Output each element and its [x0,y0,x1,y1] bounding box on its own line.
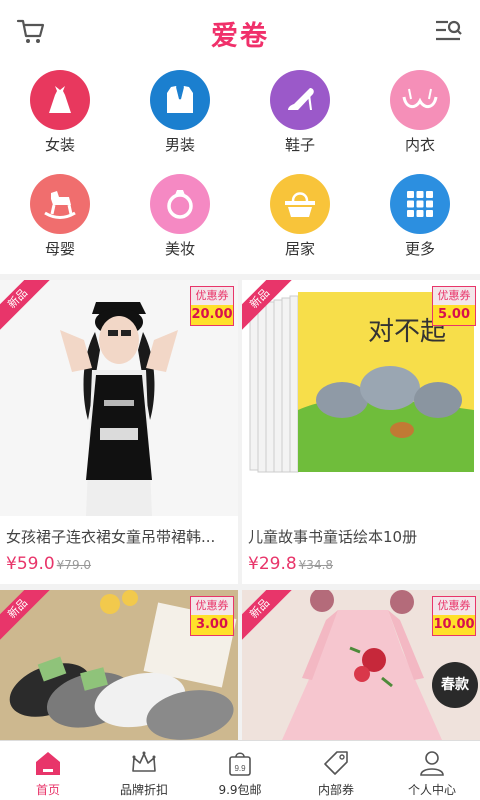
coupon-badge: 优惠券 10.00 [432,596,476,636]
coupon-badge: 优惠券 3.00 [190,596,234,636]
category-label: 更多 [404,240,435,258]
category-label: 美妆 [164,240,195,258]
nav-internal-coupon[interactable]: 内部券 [288,741,384,800]
product-price: ¥29.8 ¥34.8 [242,550,480,584]
current-price: ¥29.8 [248,554,297,574]
nav-label: 内部券 [317,783,354,797]
nav-brand-discount[interactable]: 品牌折扣 [96,741,192,800]
original-price: ¥34.8 [298,558,334,572]
rocking-horse-icon [30,174,90,234]
coupon-label: 优惠券 [433,287,475,305]
category-underwear[interactable]: 内衣 [360,64,480,164]
product-price: ¥59.0 ¥79.0 [0,550,238,584]
home-icon [36,752,60,775]
category-men[interactable]: 男装 [120,64,240,164]
category-women[interactable]: 女装 [0,64,120,164]
menu-search-icon[interactable] [434,18,462,44]
grid-icon [390,174,450,234]
current-price: ¥59.0 [6,554,55,574]
product-image: 对不起 新品 优惠券 5.00 [242,280,480,516]
coupon-value: 20.00 [191,305,233,325]
crown-icon [132,751,156,772]
coupon-label: 优惠券 [191,287,233,305]
coupon-badge: 优惠券 20.00 [190,286,234,326]
category-more[interactable]: 更多 [360,168,480,268]
bag-icon-text: 9.9 [234,764,246,773]
nav-home[interactable]: 首页 [0,741,96,800]
product-name: 女孩裙子连衣裙女童吊带裙韩... [6,528,216,546]
ring-icon [150,174,210,234]
category-label: 母婴 [44,240,75,258]
category-label: 女装 [44,136,75,154]
product-card[interactable]: 新品 优惠券 20.00 女孩裙子连衣裙女童吊带裙韩... ¥59.0 ¥79.0 [0,280,238,584]
product-card[interactable]: 新品 优惠券 3.00 [0,590,238,740]
coupon-value: 10.00 [433,615,475,635]
product-image: 新品 优惠券 10.00 春款 [242,590,480,740]
top-bar: 爱卷 [0,0,480,62]
coupon-value: 3.00 [191,615,233,635]
nav-label: 品牌折扣 [119,783,168,797]
app-title: 爱卷 [211,21,269,52]
app-screen: 爱卷 女装 男装 鞋子 内衣 母婴 美妆 居家 更多 新品 优惠券 20.00 … [0,0,480,800]
product-name: 儿童故事书童话绘本10册 [248,528,418,546]
coupon-label: 优惠券 [191,597,233,615]
user-icon [420,751,444,776]
product-card[interactable]: 对不起 新品 优惠券 5.00 儿童故事书童话绘本10册 ¥29.8 ¥34.8 [242,280,480,584]
product-image: 新品 优惠券 20.00 [0,280,238,516]
price-bag-icon: 9.9 [229,752,251,776]
nav-profile[interactable]: 个人中心 [384,741,480,800]
season-tag: 春款 [432,662,478,708]
original-price: ¥79.0 [56,558,92,572]
coupon-badge: 优惠券 5.00 [432,286,476,326]
product-card[interactable]: 新品 优惠券 10.00 春款 [242,590,480,740]
bottom-nav: 首页 品牌折扣 9.9 9.9包邮 内部券 个人中心 [0,740,480,800]
nav-label: 个人中心 [407,783,456,797]
category-label: 男装 [164,136,195,154]
category-beauty[interactable]: 美妆 [120,168,240,268]
category-label: 居家 [284,240,315,258]
coupon-label: 优惠券 [433,597,475,615]
category-baby[interactable]: 母婴 [0,168,120,268]
nav-label: 9.9包邮 [218,783,262,797]
high-heel-icon [270,70,330,130]
category-home[interactable]: 居家 [240,168,360,268]
tag-icon [324,751,348,775]
bra-icon [390,70,450,130]
category-label: 内衣 [404,136,435,154]
product-image: 新品 优惠券 3.00 [0,590,238,740]
basket-icon [270,174,330,234]
nav-label: 首页 [35,783,60,797]
dress-icon [30,70,90,130]
category-grid: 女装 男装 鞋子 内衣 母婴 美妆 居家 更多 [0,62,480,274]
suit-icon [150,70,210,130]
nav-free-shipping[interactable]: 9.9 9.9包邮 [192,741,288,800]
category-shoes[interactable]: 鞋子 [240,64,360,164]
coupon-value: 5.00 [433,305,475,325]
category-label: 鞋子 [284,136,315,154]
